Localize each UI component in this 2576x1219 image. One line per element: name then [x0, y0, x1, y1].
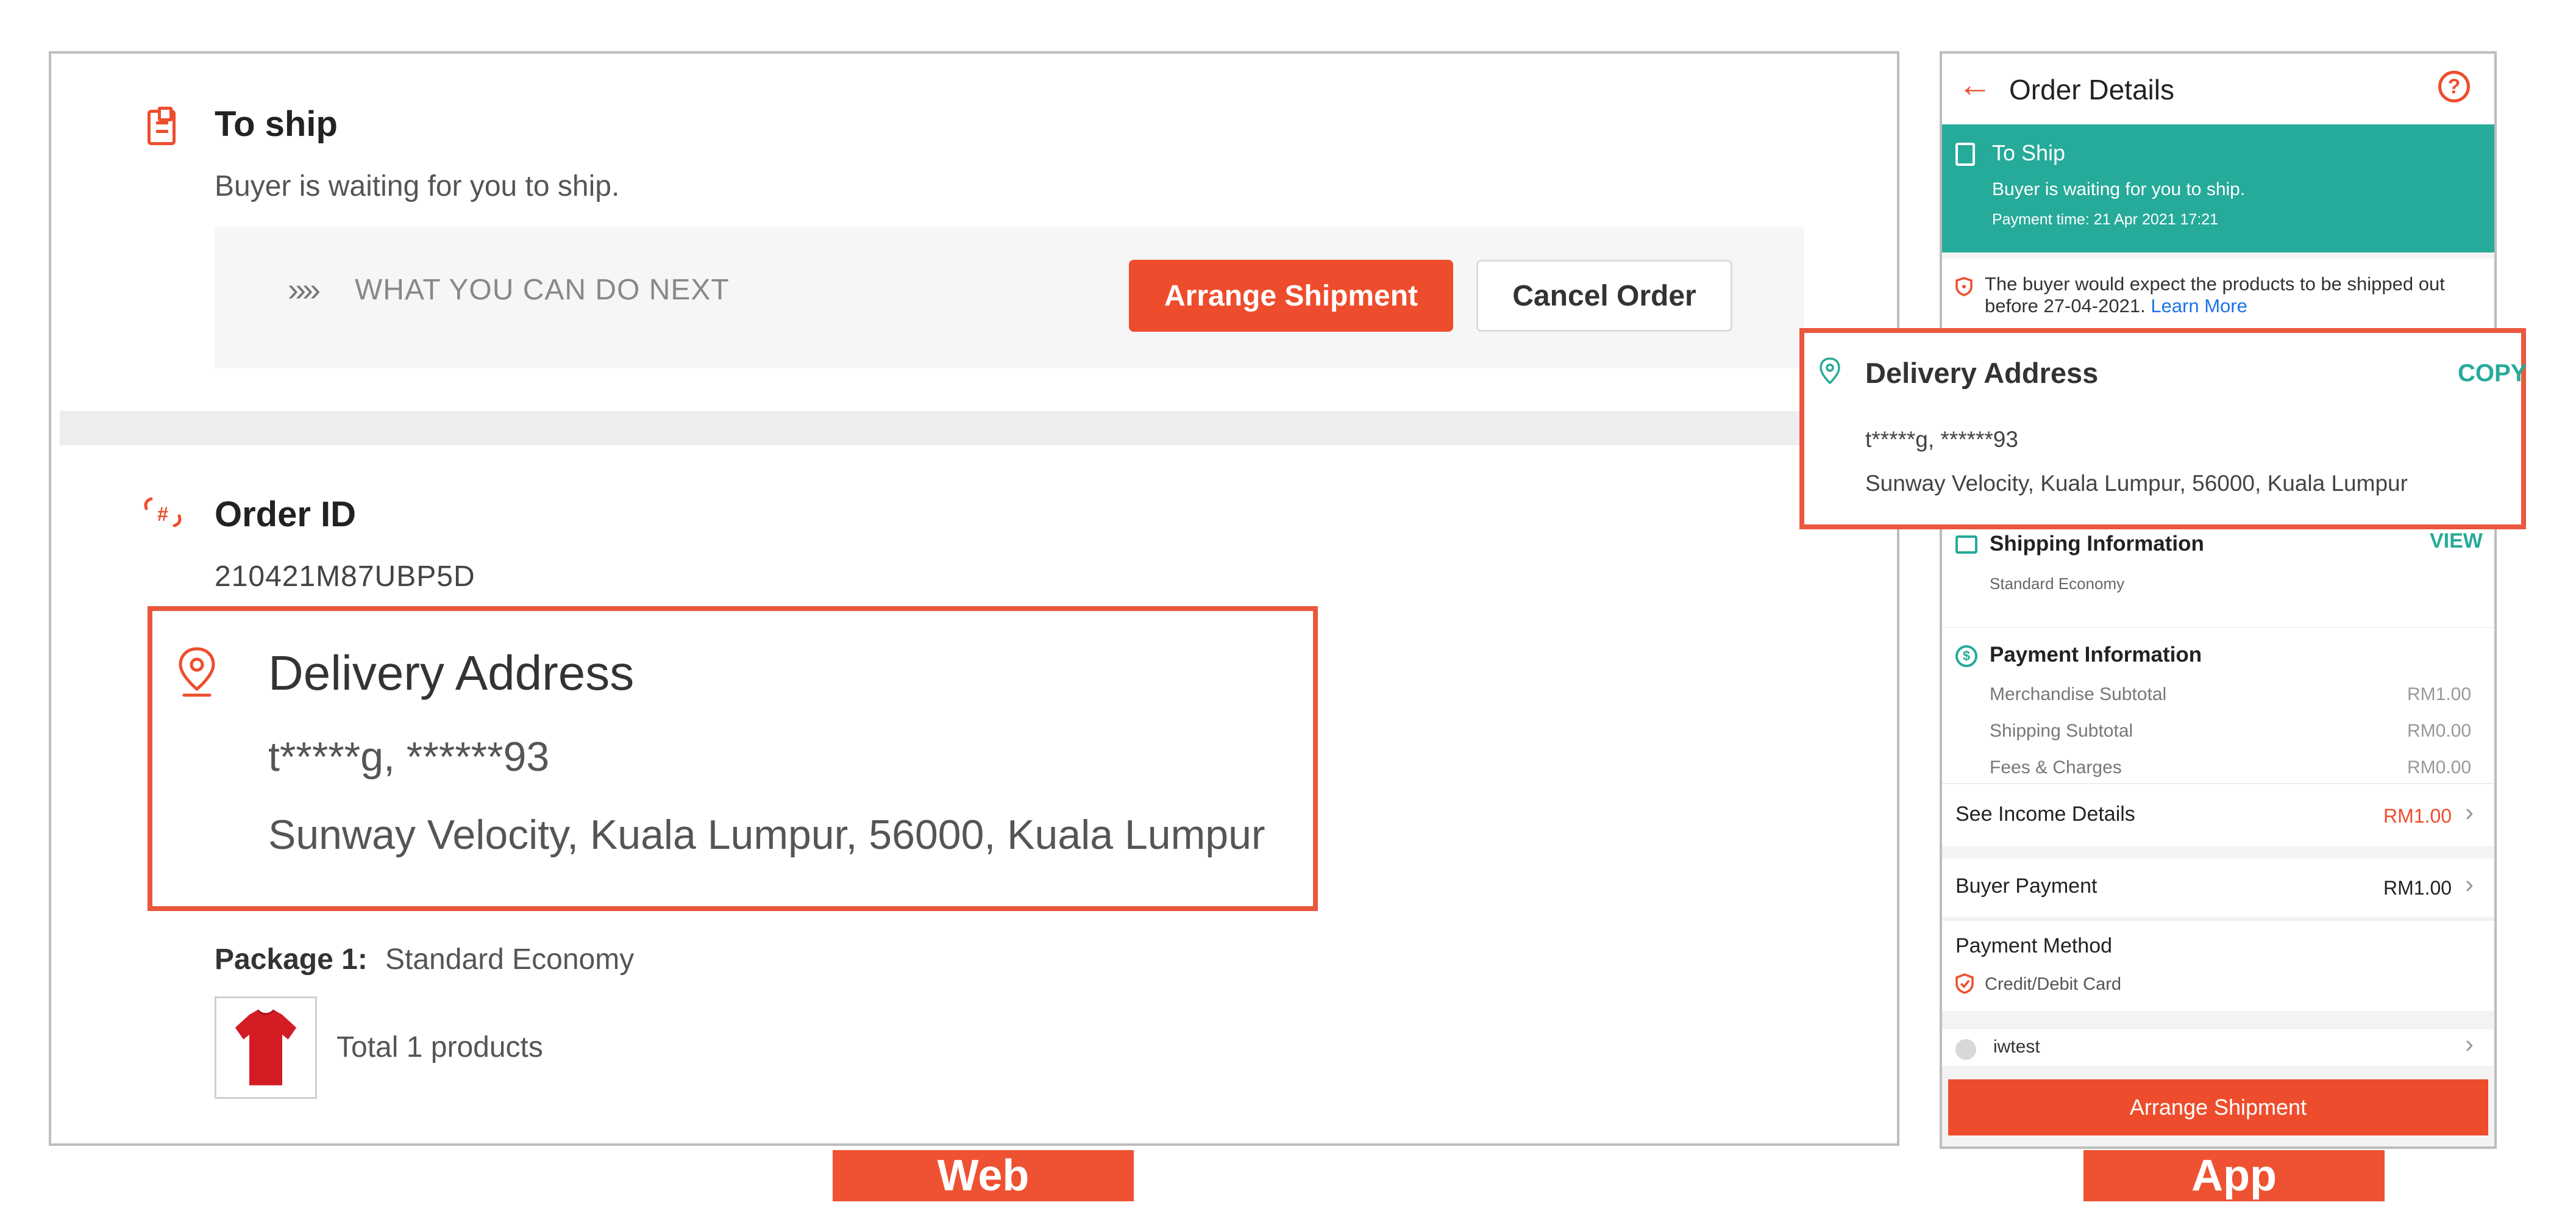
status-subtitle: Buyer is waiting for you to ship.: [215, 170, 620, 202]
back-arrow-icon[interactable]: ←: [1958, 65, 1992, 104]
svg-text:#: #: [157, 503, 168, 525]
app-header: ← Order Details ?: [1942, 54, 2494, 124]
total-products: Total 1 products: [336, 1031, 543, 1063]
payment-row: Shipping Subtotal RM0.00: [1990, 721, 2471, 742]
payment-row-label: Merchandise Subtotal: [1990, 684, 2167, 704]
notes-icon: [1955, 143, 1975, 166]
next-actions-label: WHAT YOU CAN DO NEXT: [355, 274, 730, 306]
payment-row-value: RM0.00: [2407, 721, 2471, 741]
shop-name: iwtest: [1993, 1037, 2040, 1057]
copy-address-button[interactable]: COPY: [2458, 360, 2527, 387]
cancel-order-button[interactable]: Cancel Order: [1476, 260, 1732, 332]
address-line: Sunway Velocity, Kuala Lumpur, 56000, Ku…: [1865, 471, 2408, 496]
section-divider: [60, 411, 1899, 445]
delivery-address-title: Delivery Address: [1865, 357, 2099, 389]
buyer-payment-value: RM1.00: [2383, 877, 2452, 899]
payment-information-title: Payment Information: [1990, 643, 2202, 667]
delivery-address-title: Delivery Address: [268, 646, 635, 700]
view-shipping-link[interactable]: VIEW: [2430, 529, 2483, 553]
web-order-panel: To ship Buyer is waiting for you to ship…: [49, 51, 1899, 1146]
shield-icon: [1955, 277, 1973, 296]
payment-row-label: Fees & Charges: [1990, 757, 2122, 778]
status-banner: To Ship Buyer is waiting for you to ship…: [1942, 124, 2494, 252]
payment-row: Fees & Charges RM0.00: [1990, 757, 2471, 778]
payment-time: Payment time: 21 Apr 2021 17:21: [1992, 211, 2219, 228]
app-arrange-shipment-button[interactable]: Arrange Shipment: [1948, 1079, 2488, 1135]
status-subtitle: Buyer is waiting for you to ship.: [1992, 179, 2246, 199]
address-line: Sunway Velocity, Kuala Lumpur, 56000, Ku…: [268, 812, 1265, 858]
app-tag: App: [2083, 1150, 2385, 1201]
hash-icon: #: [144, 497, 182, 527]
shipping-option: Standard Economy: [1990, 574, 2125, 593]
shipping-information-title: Shipping Information: [1990, 532, 2204, 556]
chevron-right-icon: ›: [2465, 798, 2474, 826]
product-thumbnail[interactable]: [215, 996, 317, 1099]
payment-method-label: Payment Method: [1955, 934, 2113, 957]
shipping-information-section: Shipping Information VIEW Standard Econo…: [1942, 523, 2494, 627]
next-actions-bar: »» WHAT YOU CAN DO NEXT Arrange Shipment…: [215, 227, 1804, 368]
package-shipping-option: Standard Economy: [385, 943, 635, 976]
package-label: Package 1:: [215, 943, 368, 976]
payment-row-value: RM0.00: [2407, 757, 2471, 778]
help-icon[interactable]: ?: [2438, 71, 2470, 102]
status-title: To Ship: [1992, 140, 2066, 165]
card-icon: [1955, 973, 1974, 994]
notice-text: The buyer would expect the products to b…: [1985, 273, 2485, 317]
web-tag: Web: [833, 1150, 1134, 1201]
status-title: To ship: [215, 104, 338, 144]
tshirt-icon: [235, 1009, 297, 1085]
payment-method-value: Credit/Debit Card: [1985, 974, 2122, 994]
notes-icon: [148, 107, 176, 145]
payment-row-label: Shipping Subtotal: [1990, 721, 2133, 741]
shop-avatar: [1955, 1039, 1976, 1060]
app-order-panel: ← Order Details ? To Ship Buyer is waiti…: [1940, 51, 2497, 1149]
payment-method-section: Payment Method Credit/Debit Card: [1942, 920, 2494, 1011]
truck-icon: [1955, 535, 1977, 554]
page-title: Order Details: [2009, 74, 2174, 105]
income-value: RM1.00: [2383, 805, 2452, 827]
recipient-name-phone: t*****g, ******93: [1865, 427, 2018, 452]
see-income-details-row[interactable]: See Income Details RM1.00 ›: [1942, 783, 2494, 846]
order-id-title: Order ID: [215, 495, 357, 534]
double-chevron-icon: »»: [288, 271, 321, 308]
arrange-shipment-button[interactable]: Arrange Shipment: [1129, 260, 1453, 332]
app-delivery-address-highlight: Delivery Address COPY t*****g, ******93 …: [1799, 328, 2527, 529]
chevron-right-icon: ›: [2465, 1029, 2474, 1058]
learn-more-link[interactable]: Learn More: [2151, 295, 2247, 316]
location-pin-icon: [1820, 357, 1840, 385]
recipient-name-phone: t*****g, ******93: [268, 734, 550, 780]
chevron-right-icon: ›: [2465, 870, 2474, 898]
order-id-value: 210421M87UBP5D: [215, 560, 475, 593]
delivery-address-highlight: Delivery Address t*****g, ******93 Sunwa…: [148, 606, 1318, 911]
payment-row: Merchandise Subtotal RM1.00: [1990, 684, 2471, 705]
shop-row[interactable]: iwtest ›: [1942, 1029, 2494, 1066]
location-pin-icon: [179, 647, 215, 697]
payment-row-value: RM1.00: [2407, 684, 2471, 704]
buyer-payment-row[interactable]: Buyer Payment RM1.00 ›: [1942, 859, 2494, 917]
dollar-icon: $: [1955, 645, 1977, 667]
buyer-payment-label: Buyer Payment: [1955, 874, 2097, 898]
income-label: See Income Details: [1955, 803, 2135, 826]
